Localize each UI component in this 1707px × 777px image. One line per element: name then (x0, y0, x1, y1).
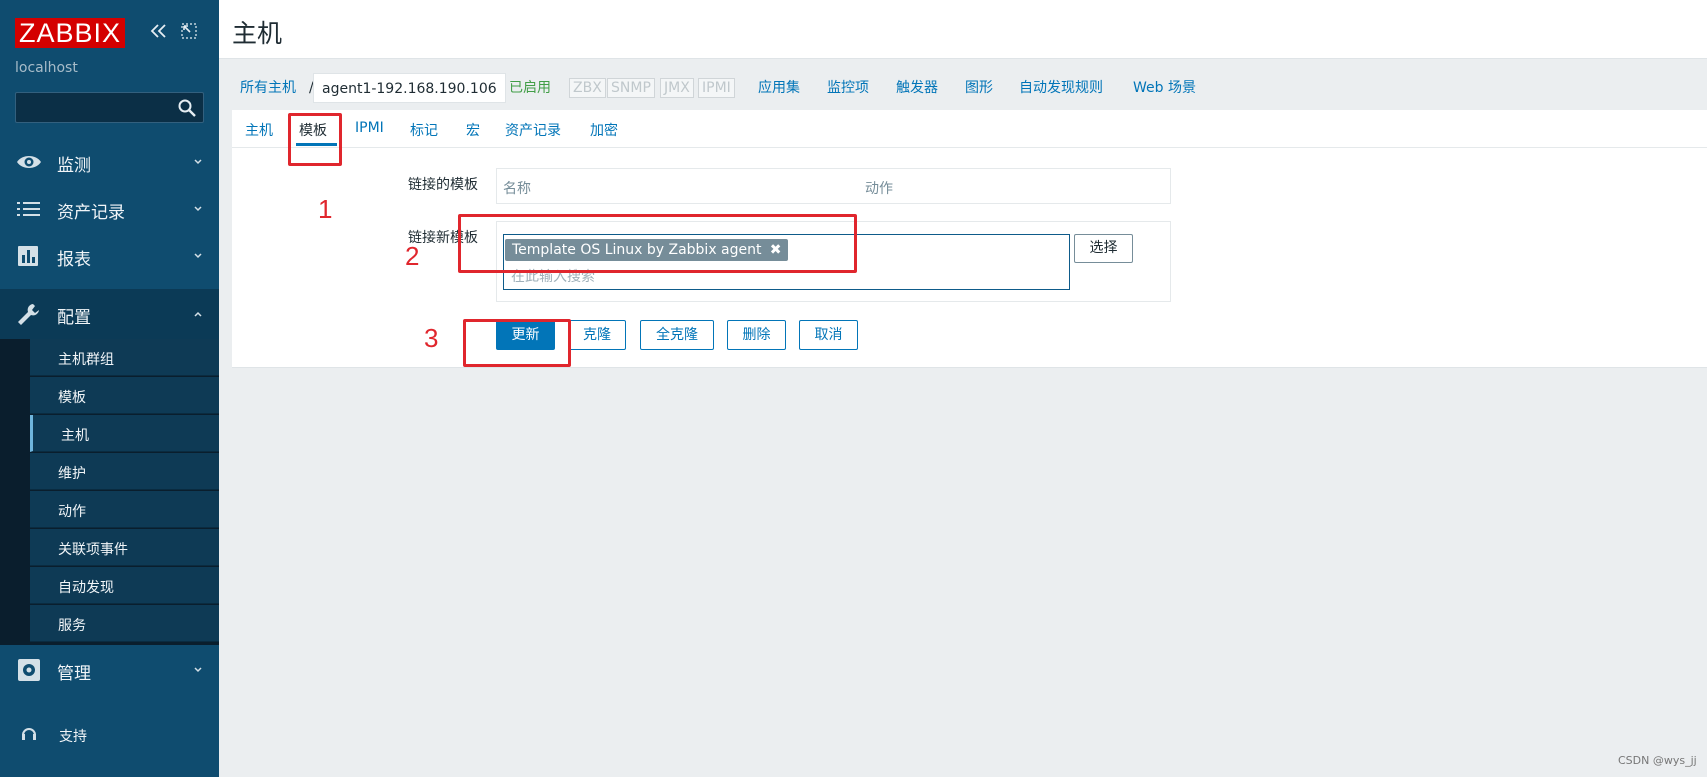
full-clone-button[interactable]: 全克隆 (640, 320, 714, 350)
menu-inventory[interactable]: 资产记录 (0, 184, 219, 234)
menu-administration[interactable]: 管理 (0, 645, 219, 695)
column-action: 动作 (865, 181, 893, 197)
bar-chart-icon (18, 246, 38, 266)
sidebar: ZABBIX localhost 监测 资产记录 报表 配置 主机群组 模板 主… (0, 0, 219, 777)
watermark: CSDN @wys_jj (1618, 754, 1697, 767)
nav-discovery-rules[interactable]: 自动发现规则 (1019, 73, 1103, 103)
eye-icon (17, 156, 41, 168)
annotation-box-3 (463, 319, 571, 367)
menu-monitoring[interactable]: 监测 (0, 137, 219, 187)
chevron-down-icon (194, 159, 202, 165)
annotation-box-2 (458, 214, 857, 273)
cancel-button[interactable]: 取消 (799, 320, 858, 350)
wrench-icon (18, 304, 39, 325)
chevron-down-icon (194, 206, 202, 212)
nav-items[interactable]: 监控项 (827, 73, 869, 103)
breadcrumb-current-host[interactable]: agent1-192.168.190.106 (313, 73, 506, 103)
tab-macros[interactable]: 宏 (466, 120, 480, 140)
config-submenu: 主机群组 模板 主机 维护 动作 关联项事件 自动发现 服务 (0, 339, 219, 645)
gear-icon (18, 659, 40, 681)
chevron-up-icon (194, 311, 202, 317)
headset-icon (22, 728, 36, 740)
status-enabled[interactable]: 已启用 (509, 73, 551, 103)
list-icon (17, 202, 40, 216)
select-template-button[interactable]: 选择 (1074, 234, 1133, 263)
nav-graphs[interactable]: 图形 (965, 73, 993, 103)
kiosk-mode-icon[interactable] (180, 21, 198, 41)
page-title: 主机 (232, 19, 283, 48)
chevron-down-icon (194, 667, 202, 673)
submenu-templates[interactable]: 模板 (30, 377, 219, 414)
nav-triggers[interactable]: 触发器 (896, 73, 938, 103)
annotation-box-1 (288, 113, 342, 166)
annotation-number-1: 1 (318, 194, 333, 224)
linked-templates-label: 链接的模板 (408, 177, 478, 193)
menu-reports[interactable]: 报表 (0, 231, 219, 281)
submenu-discovery[interactable]: 自动发现 (30, 567, 219, 604)
tab-host[interactable]: 主机 (245, 120, 273, 140)
breadcrumb-all-hosts[interactable]: 所有主机 (240, 73, 296, 103)
support-link[interactable]: 支持 (0, 715, 219, 755)
server-name: localhost (15, 60, 78, 76)
delete-button[interactable]: 删除 (727, 320, 786, 350)
menu-configuration[interactable]: 配置 (0, 289, 219, 339)
linked-templates-table: 名称 动作 (496, 168, 1171, 204)
submenu-host-groups[interactable]: 主机群组 (30, 339, 219, 376)
submenu-actions[interactable]: 动作 (30, 491, 219, 528)
tab-inventory[interactable]: 资产记录 (505, 120, 561, 140)
submenu-services[interactable]: 服务 (30, 605, 219, 642)
clone-button[interactable]: 克隆 (568, 320, 626, 350)
availability-zbx: ZBX (569, 78, 606, 98)
tab-encryption[interactable]: 加密 (590, 120, 618, 140)
sidebar-search-input[interactable] (15, 92, 204, 123)
chevron-down-icon (194, 253, 202, 259)
nav-web-scenarios[interactable]: Web 场景 (1133, 73, 1196, 103)
zabbix-logo[interactable]: ZABBIX (15, 18, 126, 48)
submenu-event-correlation[interactable]: 关联项事件 (30, 529, 219, 566)
column-name: 名称 (503, 181, 531, 197)
annotation-number-3: 3 (424, 323, 439, 353)
search-icon[interactable] (177, 98, 197, 118)
annotation-number-2: 2 (405, 241, 420, 271)
availability-ipmi: IPMI (698, 78, 735, 98)
tab-ipmi[interactable]: IPMI (355, 120, 384, 136)
availability-snmp: SNMP (607, 78, 655, 98)
submenu-maintenance[interactable]: 维护 (30, 453, 219, 490)
nav-applications[interactable]: 应用集 (758, 73, 800, 103)
tab-strip: 主机 模板 IPMI 标记 宏 资产记录 加密 (232, 110, 1707, 148)
collapse-sidebar-icon[interactable] (148, 19, 170, 43)
tab-tags[interactable]: 标记 (410, 120, 438, 140)
page-header: 主机 (219, 0, 1707, 59)
availability-jmx: JMX (660, 78, 694, 98)
submenu-hosts[interactable]: 主机 (30, 415, 219, 452)
